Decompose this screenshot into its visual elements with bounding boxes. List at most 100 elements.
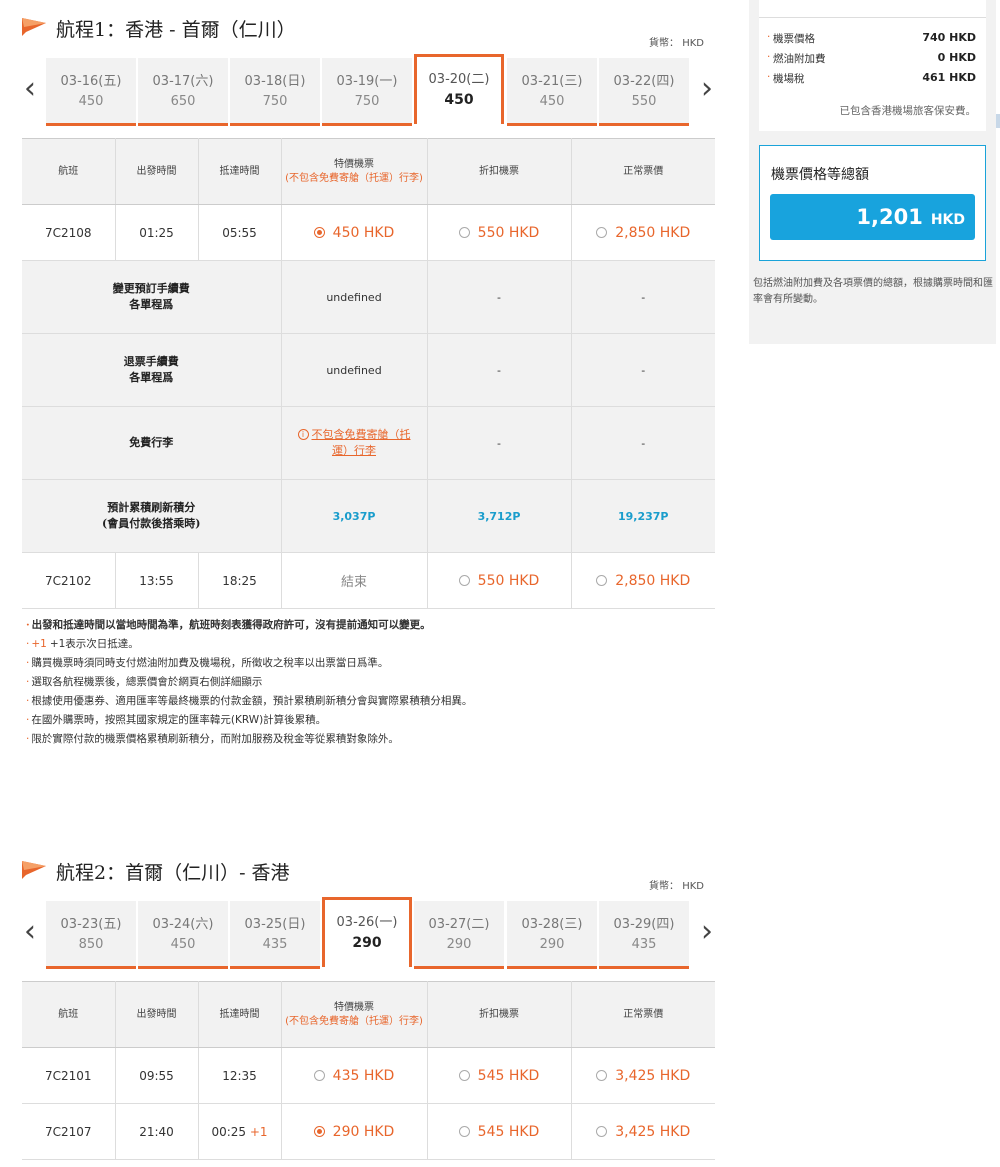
fare-price: 435 HKD	[332, 1067, 395, 1084]
fuel-surcharge-row: 燃油附加費 0 HKD	[767, 51, 976, 67]
ticket-price-row: 機票價格 740 HKD	[767, 31, 976, 47]
baggage-label: 免費行李	[22, 406, 282, 480]
date-label: 03-28(三)	[521, 917, 583, 932]
dash: -	[427, 260, 572, 334]
radio-icon[interactable]	[596, 226, 608, 238]
date-price: 650	[170, 94, 196, 109]
chevron-right-icon[interactable]: ›	[697, 74, 717, 104]
info-circle-icon: i	[297, 429, 309, 440]
table-header-row: 航班 出發時間 抵達時間 特價機票 (不包含免費寄艙（托運）行李) 折扣機票 正常…	[22, 981, 715, 1048]
regular-fare-option[interactable]: 3,425 HKD	[571, 1103, 715, 1160]
date-tab-03-25[interactable]: 03-25(日) 435	[230, 901, 320, 969]
note-text: +1表示次日抵達。	[49, 638, 139, 650]
total-price-button[interactable]: 1,201 HKD	[770, 194, 975, 240]
date-tab-03-18[interactable]: 03-18(日) 750	[230, 58, 320, 126]
regular-fare-option[interactable]: 2,850 HKD	[571, 204, 715, 261]
date-tab-03-16[interactable]: 03-16(五) 450	[46, 58, 136, 126]
regular-fare-option[interactable]: 2,850 HKD	[571, 552, 715, 609]
radio-icon[interactable]	[596, 574, 608, 586]
discount-fare-option[interactable]: 545 HKD	[427, 1103, 572, 1160]
special-title: 特價機票	[334, 1001, 374, 1013]
plus-one-marker: +1	[31, 638, 47, 650]
date-label: 03-17(六)	[152, 74, 214, 89]
date-label: 03-29(四)	[613, 917, 675, 932]
date-tab-03-26-selected[interactable]: 03-26(一) 290	[322, 897, 412, 967]
flight-table-1: 航班 出發時間 抵達時間 特價機票 (不包含免費寄艙（托運）行李) 折扣機票 正常…	[22, 138, 715, 609]
discount-fare-option[interactable]: 550 HKD	[427, 204, 572, 261]
baggage-info-link[interactable]: i 不包含免費寄艙（托運）行李	[297, 427, 411, 459]
radio-icon[interactable]	[458, 574, 470, 586]
date-price: 290	[539, 937, 565, 952]
radio-icon[interactable]	[313, 1069, 325, 1081]
date-tab-03-21[interactable]: 03-21(三) 450	[507, 58, 597, 126]
radio-icon[interactable]	[458, 226, 470, 238]
next-day-marker: +1	[249, 1124, 268, 1139]
date-price: 435	[631, 937, 657, 952]
baggage-link-text-1: 不包含免費寄艙（托	[311, 428, 411, 441]
radio-icon[interactable]	[458, 1069, 470, 1081]
fare-price: 450 HKD	[332, 224, 395, 241]
date-selector: ‹ 03-16(五) 450 03-17(六) 650 03-18(日) 750 03…	[20, 54, 717, 136]
chevron-left-icon[interactable]: ‹	[20, 74, 40, 104]
dash: -	[571, 260, 715, 334]
radio-selected-icon[interactable]	[313, 226, 325, 238]
special-fare-option[interactable]: 435 HKD	[281, 1047, 428, 1104]
baggage-link-text-2: 運）行李	[332, 444, 376, 457]
sold-out-label: 結束	[340, 575, 367, 590]
date-price: 450	[539, 94, 565, 109]
date-price: 550	[631, 94, 657, 109]
discount-fare-option[interactable]: 545 HKD	[427, 1047, 572, 1104]
journey-2-header: 航程2：首爾（仁川）- 香港 貨幣： HKD	[22, 855, 715, 892]
date-tab-03-23[interactable]: 03-23(五) 850	[46, 901, 136, 969]
total-currency: HKD	[930, 212, 965, 228]
price-summary-sidebar: 機票價格 740 HKD 燃油附加費 0 HKD 機場稅 461 HKD 已包含香港機…	[749, 0, 996, 344]
date-tab-03-19[interactable]: 03-19(一) 750	[322, 58, 412, 126]
date-tab-03-22[interactable]: 03-22(四) 550	[599, 58, 689, 126]
table-row: 7C2107 21:40 00:25 +1 290 HKD 545 HKD 3,…	[22, 1103, 715, 1160]
depart-time: 13:55	[115, 552, 199, 609]
radio-icon[interactable]	[596, 1069, 608, 1081]
radio-icon[interactable]	[596, 1125, 608, 1137]
date-tab-03-24[interactable]: 03-24(六) 450	[138, 901, 228, 969]
chevron-left-icon[interactable]: ‹	[20, 917, 40, 947]
journey-1-title: 航程1：香港 - 首爾（仁川）	[56, 19, 296, 41]
date-price: 750	[354, 94, 380, 109]
currency-label: 貨幣： HKD	[649, 881, 704, 892]
airport-tax-row: 機場稅 461 HKD	[767, 71, 976, 87]
special-fare-option[interactable]: 450 HKD	[281, 204, 428, 261]
miles-regular: 19,237P	[571, 479, 715, 553]
date-price: 450	[444, 92, 474, 108]
total-price-note: 包括燃油附加費及各項票價的總額，根據購票時間和匯率會有所變動。	[753, 278, 993, 305]
radio-icon[interactable]	[458, 1125, 470, 1137]
chevron-right-icon[interactable]: ›	[697, 917, 717, 947]
currency-label: 貨幣： HKD	[649, 38, 704, 49]
date-tab-03-20-selected[interactable]: 03-20(二) 450	[414, 54, 504, 124]
discount-fare-option[interactable]: 550 HKD	[427, 552, 572, 609]
fare-price: 550 HKD	[477, 224, 540, 241]
miles-label-2: (會員付款後搭乘時)	[102, 517, 201, 530]
date-label: 03-19(一)	[336, 74, 398, 89]
date-label: 03-18(日)	[244, 74, 306, 89]
radio-selected-icon[interactable]	[313, 1125, 325, 1137]
date-selector: ‹ 03-23(五) 850 03-24(六) 450 03-25(日) 435 03…	[20, 897, 717, 979]
date-price: 850	[78, 937, 104, 952]
special-fare-option[interactable]: 290 HKD	[281, 1103, 428, 1160]
regular-fare-option[interactable]: 3,425 HKD	[571, 1047, 715, 1104]
miles-label: 預計累積刷新積分 (會員付款後搭乘時)	[22, 479, 282, 553]
date-tab-03-27[interactable]: 03-27(二) 290	[414, 901, 504, 969]
flight-number: 7C2108	[22, 204, 116, 261]
date-tab-03-28[interactable]: 03-28(三) 290	[507, 901, 597, 969]
date-tab-03-17[interactable]: 03-17(六) 650	[138, 58, 228, 126]
miles-special: 3,037P	[281, 479, 428, 553]
miles-discount: 3,712P	[427, 479, 572, 553]
special-note: (不包含免費寄艙（托運）行李)	[285, 1015, 423, 1027]
date-tab-03-29[interactable]: 03-29(四) 435	[599, 901, 689, 969]
depart-time: 21:40	[115, 1103, 199, 1160]
col-discount: 折扣機票	[427, 138, 572, 205]
refund-fee-row: 退票手續費 各單程爲 undefined - -	[22, 333, 715, 407]
divider	[759, 17, 986, 18]
col-flight: 航班	[22, 138, 116, 205]
col-regular: 正常票價	[571, 138, 715, 205]
journey-1-section: 航程1：香港 - 首爾（仁川） 貨幣： HKD ‹ 03-16(五) 450 03…	[20, 12, 717, 609]
flight-number: 7C2107	[22, 1103, 116, 1160]
